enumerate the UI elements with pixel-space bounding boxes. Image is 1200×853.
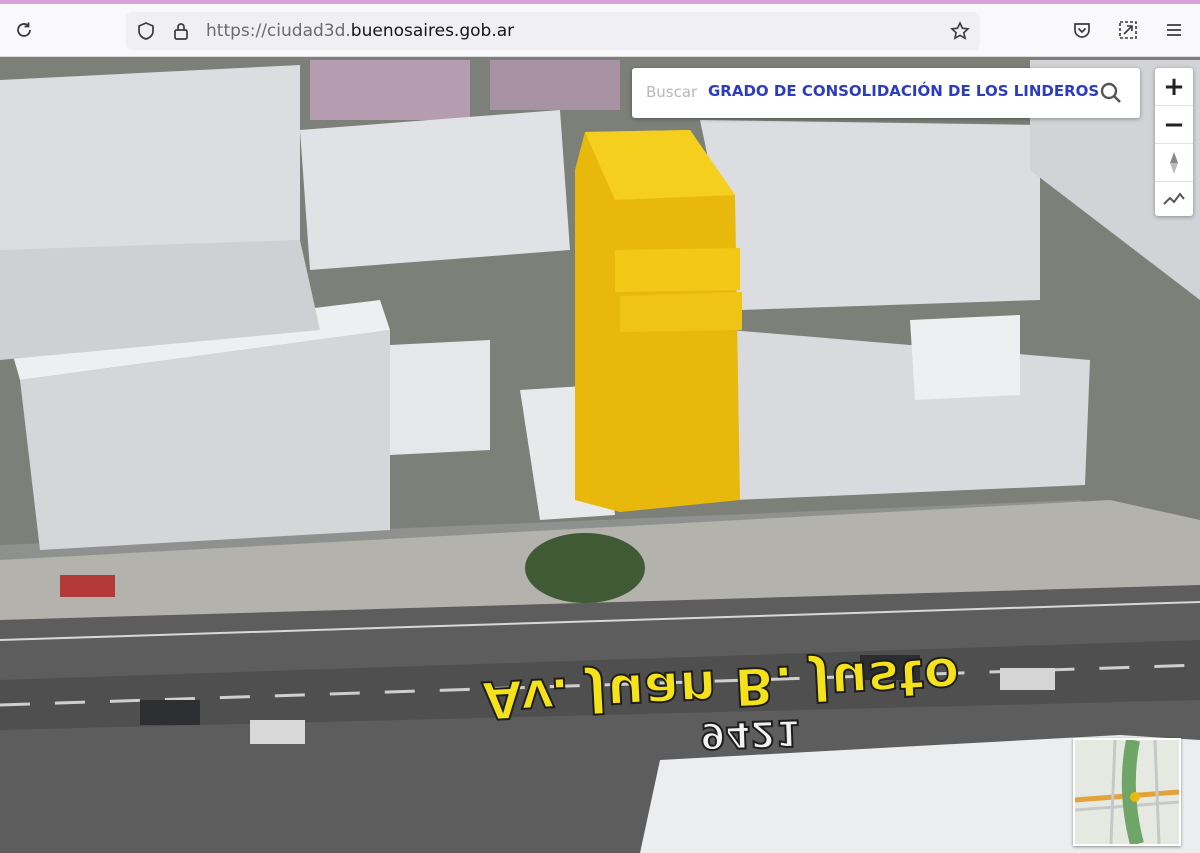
search-query[interactable]: GRADO DE CONSOLIDACIÓN DE LOS LINDEROS (708, 82, 1099, 100)
url-text[interactable]: https://ciudad3d.buenosaires.gob.ar (206, 21, 514, 41)
reload-icon (17, 22, 31, 37)
building (910, 315, 1020, 400)
overview-minimap[interactable] (1073, 738, 1181, 846)
building-distant (310, 60, 470, 120)
extension-icon (1119, 21, 1137, 39)
compass-icon (1170, 151, 1178, 174)
url-bar[interactable]: https://ciudad3d.buenosaires.gob.ar (126, 12, 980, 50)
profile-icon (1163, 192, 1185, 205)
extension-button[interactable] (1112, 14, 1144, 46)
street-number-group: 9421 (699, 710, 803, 756)
zoom-out-button[interactable]: − (1155, 106, 1193, 144)
tree (525, 533, 645, 603)
minimap-drawing (1075, 740, 1179, 844)
zoom-in-button[interactable]: + (1155, 68, 1193, 106)
building-distant (490, 60, 620, 110)
building (0, 65, 300, 270)
star-icon[interactable] (950, 21, 970, 41)
map-scene[interactable]: Av. Juan B. Justo 9421 (0, 57, 1200, 853)
map-3d-view[interactable]: Av. Juan B. Justo 9421 (0, 57, 1200, 853)
shield-icon[interactable] (136, 21, 156, 41)
browser-toolbar: https://ciudad3d.buenosaires.gob.ar (0, 4, 1200, 57)
menu-icon (1167, 24, 1181, 36)
building (700, 120, 1040, 310)
url-prefix: https://ciudad3d. (206, 21, 351, 41)
car (140, 700, 200, 725)
building (730, 330, 1090, 500)
car (250, 720, 305, 744)
search-label: Buscar (646, 83, 698, 101)
highlighted-building-step (615, 248, 740, 292)
car (60, 575, 115, 597)
pocket-icon (1074, 23, 1090, 38)
building (300, 110, 570, 270)
highlighted-building-step (620, 292, 742, 332)
building (390, 340, 490, 455)
street-number-label: 9421 (700, 711, 802, 755)
lock-icon[interactable] (172, 21, 190, 41)
reload-button[interactable] (8, 14, 40, 46)
search-icon[interactable] (1098, 80, 1124, 106)
url-host: buenosaires.gob.ar (350, 21, 515, 41)
pocket-button[interactable] (1066, 14, 1098, 46)
compass-button[interactable] (1155, 144, 1193, 182)
map-controls: + − (1155, 68, 1193, 216)
search-box[interactable]: Buscar GRADO DE CONSOLIDACIÓN DE LOS LIN… (632, 68, 1140, 118)
car (1000, 668, 1055, 690)
profile-button[interactable] (1155, 182, 1193, 216)
menu-button[interactable] (1158, 14, 1190, 46)
